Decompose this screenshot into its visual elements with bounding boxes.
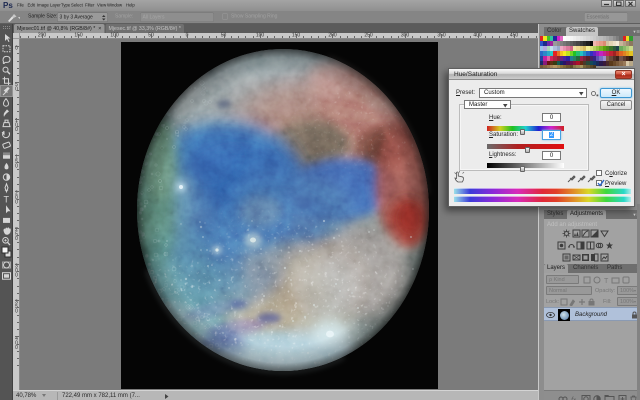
svg-text:T: T (4, 195, 10, 205)
svg-text:T: T (604, 278, 609, 284)
svg-text:fx: fx (571, 396, 577, 400)
